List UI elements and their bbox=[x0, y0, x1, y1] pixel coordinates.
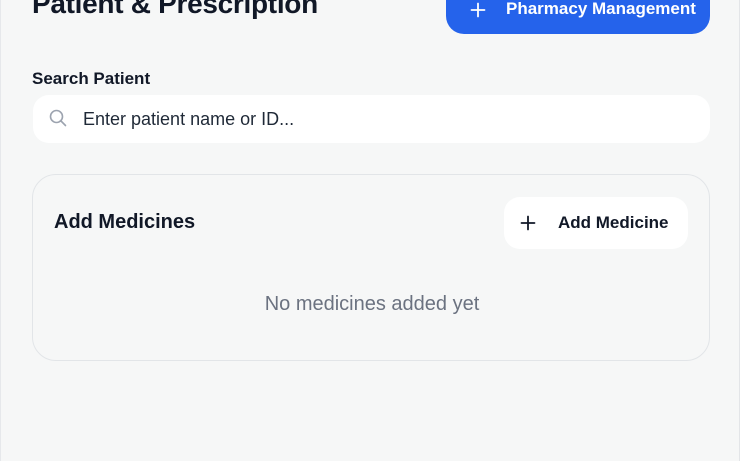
add-medicines-card: Add Medicines Add Medicine No medicines … bbox=[32, 174, 710, 361]
outer-background bbox=[740, 0, 752, 461]
plus-icon bbox=[520, 215, 536, 231]
search-patient-input[interactable] bbox=[83, 108, 643, 130]
add-medicines-title: Add Medicines bbox=[54, 211, 196, 233]
plus-icon bbox=[470, 2, 486, 18]
pharmacy-management-label: Pharmacy Management bbox=[506, 0, 696, 18]
empty-medicines-message: No medicines added yet bbox=[264, 293, 480, 315]
pharmacy-management-button[interactable]: Pharmacy Management bbox=[446, 0, 710, 34]
add-medicine-button[interactable]: Add Medicine bbox=[504, 197, 688, 249]
search-patient-label: Search Patient bbox=[32, 69, 151, 88]
add-medicine-label: Add Medicine bbox=[558, 213, 669, 232]
prescription-panel: Patient & Prescription Pharmacy Manageme… bbox=[0, 0, 740, 461]
search-icon bbox=[49, 109, 67, 126]
search-box[interactable] bbox=[33, 95, 710, 143]
page-title: Patient & Prescription bbox=[32, 0, 318, 19]
